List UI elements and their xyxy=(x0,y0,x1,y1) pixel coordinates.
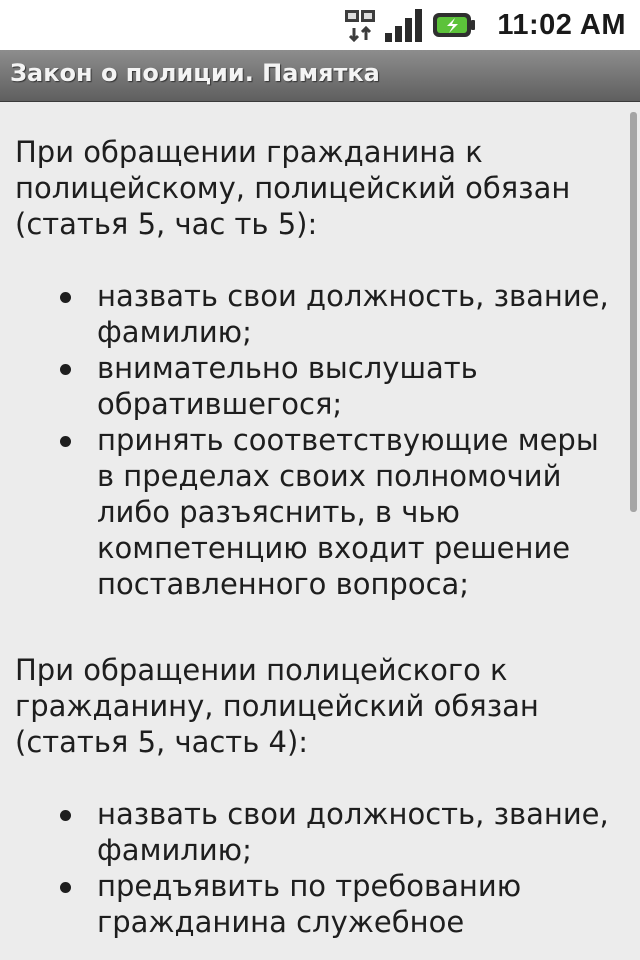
bullet-icon xyxy=(60,364,71,375)
bullet-icon xyxy=(60,882,71,893)
scrollbar[interactable] xyxy=(630,112,637,512)
list-item-text: принять соответствующие меры в пределах … xyxy=(97,423,599,601)
status-bar: 11:02 AM xyxy=(0,0,640,50)
signal-icon xyxy=(383,7,425,43)
list-item: назвать свои должность, звание, фамилию; xyxy=(0,796,610,868)
content-area[interactable]: При обращении гражданина к полицейскому,… xyxy=(0,102,640,960)
list-item-text: назвать свои должность, звание, фамилию; xyxy=(97,797,609,867)
section2-intro: При обращении полицейского к гражданину,… xyxy=(15,653,539,759)
bullet-icon xyxy=(60,292,71,303)
page-title: Закон о полиции. Памятка xyxy=(10,59,380,87)
battery-icon xyxy=(431,10,477,40)
bullet-icon xyxy=(60,810,71,821)
section1-intro: При обращении гражданина к полицейскому,… xyxy=(15,135,571,241)
list-item: предъявить по требованию гражданина служ… xyxy=(0,868,610,940)
section1-list: назвать свои должность, звание, фамилию;… xyxy=(0,278,610,602)
list-item-text: назвать свои должность, звание, фамилию; xyxy=(97,279,609,349)
list-item: назвать свои должность, звание, фамилию; xyxy=(0,278,610,350)
section2-list: назвать свои должность, звание, фамилию;… xyxy=(0,796,610,940)
list-item-text: предъявить по требованию гражданина служ… xyxy=(97,869,522,939)
list-item: внимательно выслушать обратившегося; xyxy=(0,350,610,422)
bullet-icon xyxy=(60,436,71,447)
clock: 11:02 AM xyxy=(497,8,626,41)
status-icons: 11:02 AM xyxy=(343,0,626,50)
title-bar: Закон о полиции. Памятка xyxy=(0,50,640,102)
list-item: принять соответствующие меры в пределах … xyxy=(0,422,610,602)
data-sync-icon xyxy=(343,8,377,42)
list-item-text: внимательно выслушать обратившегося; xyxy=(97,351,478,421)
